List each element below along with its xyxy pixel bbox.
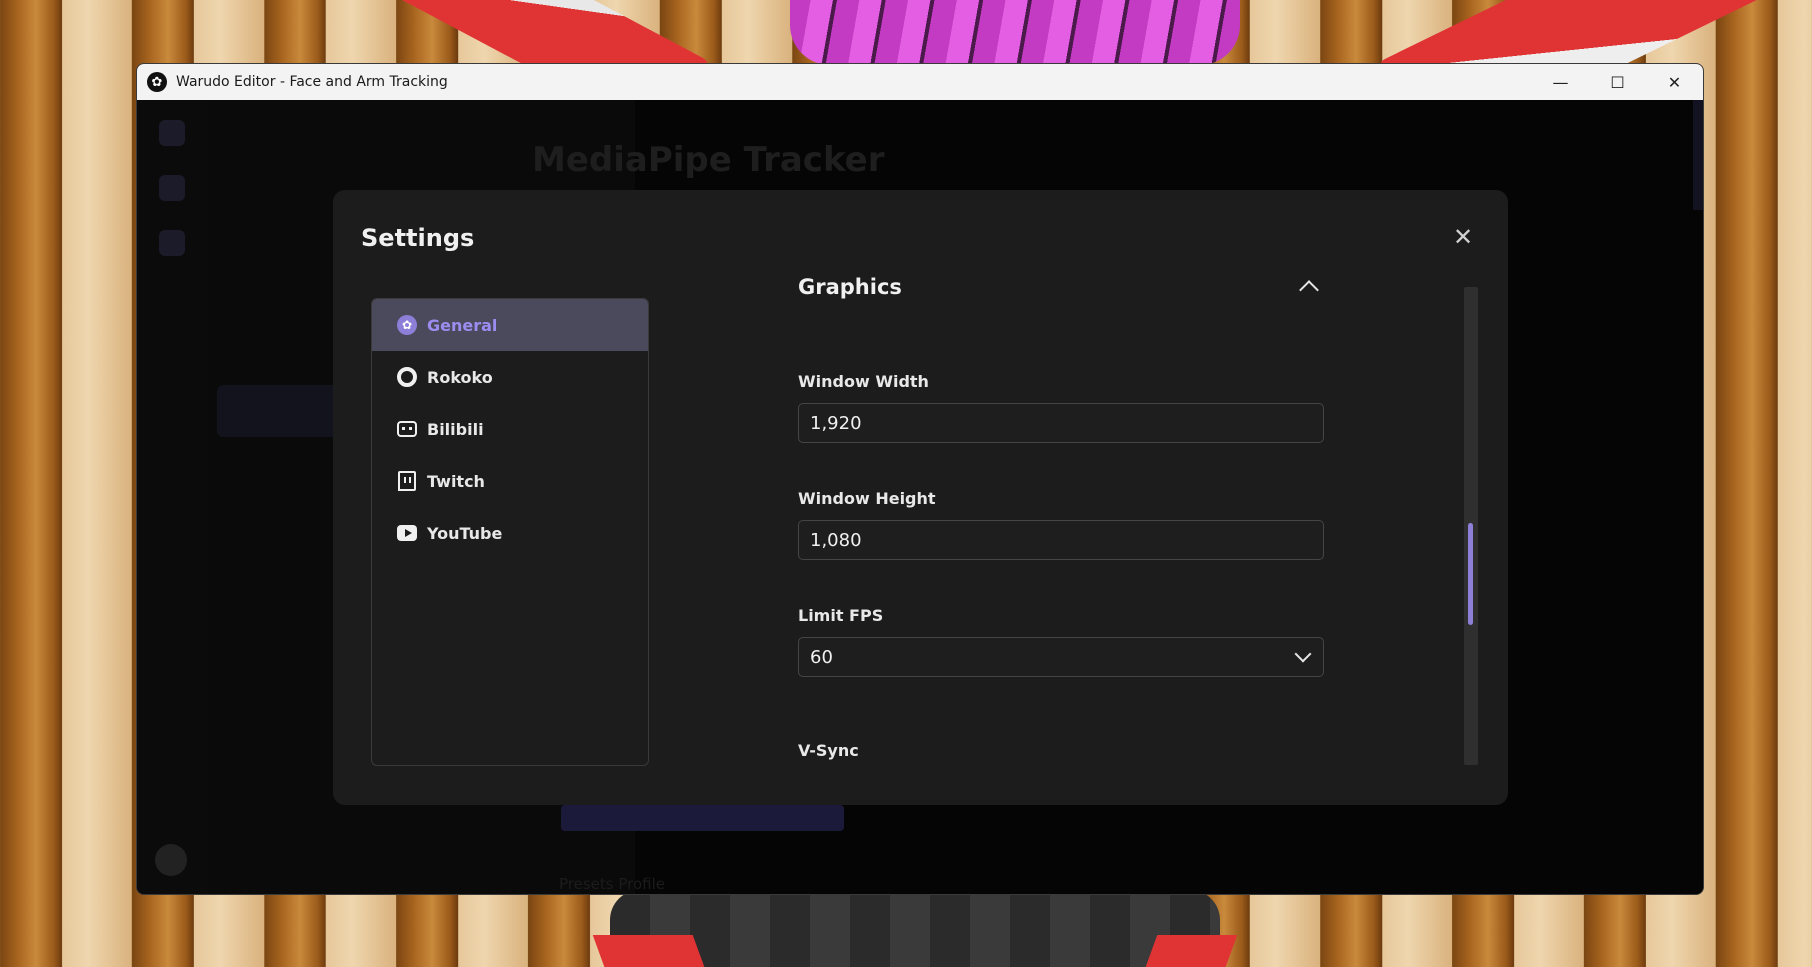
settings-dialog: Settings ✕ ✿ General Rokoko Bilibili Twi… bbox=[333, 190, 1508, 805]
nav-item-twitch[interactable]: Twitch bbox=[372, 455, 648, 507]
background-scrollbar bbox=[1693, 100, 1703, 210]
minimize-button[interactable]: — bbox=[1532, 64, 1589, 100]
settings-nav: ✿ General Rokoko Bilibili Twitch YouTube bbox=[371, 298, 649, 766]
limit-fps-value: 60 bbox=[810, 646, 833, 668]
graphics-section-header[interactable]: Graphics bbox=[798, 275, 1328, 300]
close-window-button[interactable]: ✕ bbox=[1646, 64, 1703, 100]
limit-fps-label: Limit FPS bbox=[798, 606, 884, 625]
nav-item-label: Bilibili bbox=[427, 419, 484, 439]
scrollbar-thumb[interactable] bbox=[1468, 523, 1473, 625]
maximize-button[interactable]: ☐ bbox=[1589, 64, 1646, 100]
settings-content: Graphics Window Width 1,920 Window Heigh… bbox=[798, 275, 1498, 770]
nav-item-label: General bbox=[427, 315, 498, 335]
chevron-up-icon[interactable] bbox=[1299, 280, 1319, 300]
nav-item-label: Rokoko bbox=[427, 367, 493, 387]
youtube-icon bbox=[397, 523, 417, 543]
warudo-logo-icon: ✿ bbox=[397, 315, 417, 335]
limit-fps-select[interactable]: 60 bbox=[798, 637, 1324, 677]
window-title: Warudo Editor - Face and Arm Tracking bbox=[176, 74, 448, 90]
vsync-label: V-Sync bbox=[798, 741, 859, 760]
wallpaper-decoration bbox=[592, 935, 708, 967]
background-icon-rail bbox=[137, 100, 207, 894]
background-rail-icon bbox=[159, 120, 185, 146]
settings-scrollbar[interactable] bbox=[1464, 287, 1478, 765]
wallpaper-decoration bbox=[610, 890, 1220, 967]
nav-item-rokoko[interactable]: Rokoko bbox=[372, 351, 648, 403]
background-page-title: MediaPipe Tracker bbox=[532, 140, 885, 180]
nav-item-label: YouTube bbox=[427, 523, 503, 543]
section-title: Graphics bbox=[798, 275, 902, 299]
window-width-input[interactable]: 1,920 bbox=[798, 403, 1324, 443]
nav-item-label: Twitch bbox=[427, 471, 485, 491]
background-rail-icon bbox=[159, 230, 185, 256]
warudo-app-icon: ✿ bbox=[147, 72, 167, 92]
ring-icon bbox=[397, 367, 417, 387]
close-icon[interactable]: ✕ bbox=[1450, 224, 1476, 250]
wallpaper-decoration bbox=[1142, 935, 1238, 967]
chevron-down-icon bbox=[1294, 645, 1312, 663]
background-avatar bbox=[155, 844, 187, 876]
title-bar[interactable]: ✿ Warudo Editor - Face and Arm Tracking … bbox=[137, 64, 1703, 100]
settings-title: Settings bbox=[361, 224, 475, 252]
nav-item-youtube[interactable]: YouTube bbox=[372, 507, 648, 559]
wallpaper-decoration bbox=[790, 0, 1240, 65]
background-button bbox=[561, 805, 844, 831]
window-height-input[interactable]: 1,080 bbox=[798, 520, 1324, 560]
nav-item-general[interactable]: ✿ General bbox=[372, 299, 648, 351]
nav-item-bilibili[interactable]: Bilibili bbox=[372, 403, 648, 455]
twitch-icon bbox=[397, 471, 417, 491]
window-width-label: Window Width bbox=[798, 372, 929, 391]
bilibili-tv-icon bbox=[397, 419, 417, 439]
window-controls: — ☐ ✕ bbox=[1532, 64, 1703, 100]
background-rail-icon bbox=[159, 175, 185, 201]
background-footer-text: Presets Profile bbox=[559, 875, 665, 893]
window-height-label: Window Height bbox=[798, 489, 936, 508]
